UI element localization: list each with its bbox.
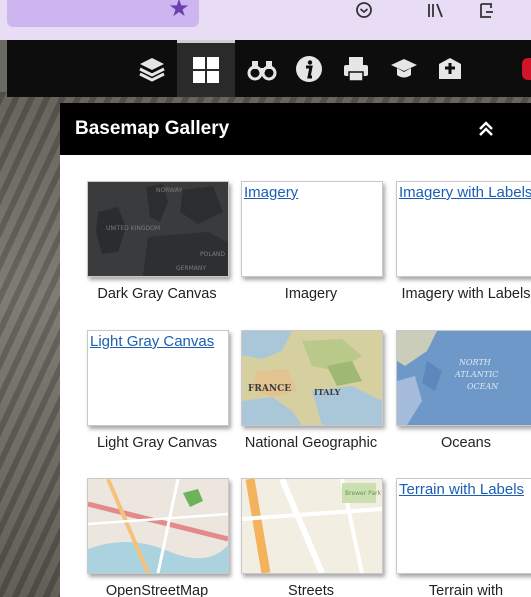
tile-caption: National Geographic (244, 435, 378, 451)
map-label: POLAND (200, 251, 225, 258)
map-label: FRANCE (248, 384, 291, 394)
thumbnail-link[interactable]: Terrain with Labels (399, 481, 531, 499)
add-content-icon[interactable] (431, 50, 469, 88)
browser-toolbar: ★ (0, 0, 531, 40)
thumbnail-link[interactable]: Imagery with Labels (399, 184, 531, 202)
imagery-thumbnail: Imagery (241, 181, 383, 277)
bookmark-star-icon[interactable]: ★ (166, 0, 192, 22)
streets-thumbnail: Brewer Park (241, 478, 383, 574)
tile-caption: Dark Gray Canvas (97, 286, 217, 302)
map-label: ATLANTIC (454, 370, 498, 379)
map-toolbar (7, 40, 531, 97)
layers-icon[interactable] (133, 50, 171, 88)
pocket-icon[interactable] (354, 0, 374, 24)
map-label: UNITED KINGDOM (106, 225, 160, 232)
map-label: Brewer Park (345, 490, 382, 497)
thumbnail-link[interactable]: Imagery (244, 184, 378, 202)
imagery-labels-thumbnail: Imagery with Labels (396, 181, 531, 277)
map-label: ITALY (314, 387, 341, 397)
map-label: OCEAN (467, 382, 499, 391)
tile-caption: Imagery (284, 286, 338, 302)
map-label: NORWAY (156, 187, 182, 194)
oceans-thumbnail: NORTH ATLANTIC OCEAN (396, 330, 531, 426)
basemap-grid-icon[interactable] (177, 40, 235, 97)
tile-caption: OpenStreetMap (105, 583, 209, 597)
natgeo-thumbnail: FRANCE ITALY (241, 330, 383, 426)
tile-caption: Terrain with (428, 583, 504, 597)
library-icon[interactable] (426, 0, 446, 24)
education-icon[interactable] (385, 50, 423, 88)
terrain-thumbnail: Terrain with Labels (396, 478, 531, 574)
map-label: NORTH (458, 358, 492, 367)
sidebar-toggle-icon[interactable] (477, 0, 497, 24)
panel-header: Basemap Gallery (60, 103, 531, 155)
panel-title: Basemap Gallery (75, 118, 230, 139)
openstreetmap-thumbnail (87, 478, 229, 574)
tile-caption: Light Gray Canvas (96, 435, 218, 451)
basemap-gallery-panel: Basemap Gallery NORWAY UNITED KINGDOM GE… (60, 103, 531, 597)
map-label: GERMANY (176, 265, 206, 272)
tile-caption: Streets (288, 583, 334, 597)
close-widget-icon[interactable] (522, 58, 531, 80)
print-icon[interactable] (337, 50, 375, 88)
dark-gray-thumbnail: NORWAY UNITED KINGDOM GERMANY POLAND (87, 181, 229, 277)
collapse-chevron-icon[interactable] (476, 119, 496, 139)
thumbnail-link[interactable]: Light Gray Canvas (90, 333, 224, 351)
tile-caption: Imagery with Labels (401, 286, 531, 302)
tile-caption: Oceans (441, 435, 491, 451)
info-icon[interactable] (290, 50, 328, 88)
light-gray-thumbnail: Light Gray Canvas (87, 330, 229, 426)
binoculars-icon[interactable] (243, 50, 281, 88)
